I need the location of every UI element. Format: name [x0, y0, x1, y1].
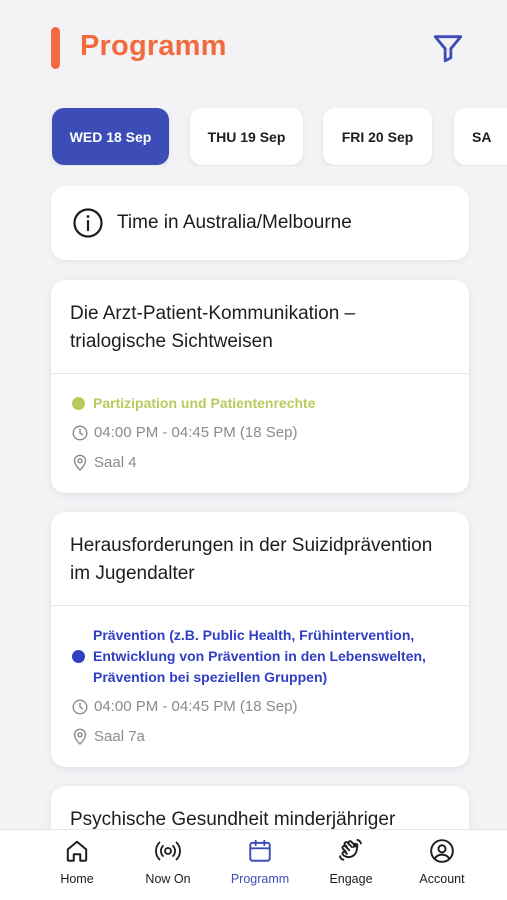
- nav-account[interactable]: Account: [397, 836, 487, 896]
- nav-now-on[interactable]: Now On: [123, 836, 213, 896]
- topic-dot: [72, 397, 85, 410]
- calendar-icon: [249, 839, 271, 862]
- topic-label: Prävention (z.B. Public Health, Frühinte…: [93, 627, 426, 685]
- session-title: Psychische Gesundheit minderjähriger: [70, 809, 396, 830]
- clock-icon: [72, 424, 88, 441]
- session-time-text: 04:00 PM - 04:45 PM (18 Sep): [94, 698, 298, 715]
- session-room-text: Saal 7a: [94, 728, 145, 745]
- header: Programm: [0, 0, 507, 100]
- card-divider: [51, 373, 469, 374]
- session-time: 04:00 PM - 04:45 PM (18 Sep): [72, 698, 297, 715]
- title-accent-bar: [51, 27, 60, 69]
- nav-programm[interactable]: Programm: [215, 836, 305, 896]
- topic-label: Partizipation und Patientenrechte: [93, 395, 316, 411]
- session-time: 04:00 PM - 04:45 PM (18 Sep): [72, 424, 297, 441]
- session-card[interactable]: Herausforderungen in der Suizidpräventio…: [51, 512, 469, 767]
- nav-programm-label: Programm: [230, 872, 290, 886]
- broadcast-icon: [155, 841, 181, 861]
- timezone-card: Time in Australia/Melbourne: [51, 186, 469, 260]
- card-divider: [51, 605, 469, 606]
- filter-icon: [433, 35, 463, 63]
- location-pin-icon: [73, 728, 87, 745]
- filter-button[interactable]: [430, 30, 466, 66]
- page-title: Programm: [80, 30, 227, 62]
- account-icon: [430, 839, 454, 863]
- home-icon: [66, 840, 88, 862]
- date-tab-sat[interactable]: SA: [454, 108, 507, 165]
- topic-dot: [72, 650, 85, 663]
- session-room-text: Saal 4: [94, 454, 137, 471]
- info-icon: [73, 208, 103, 238]
- location-pin-icon: [73, 454, 87, 471]
- session-room: Saal 4: [72, 454, 137, 471]
- nav-home[interactable]: Home: [32, 836, 122, 896]
- waving-hand-icon: [338, 838, 362, 861]
- nav-engage[interactable]: Engage: [306, 836, 396, 896]
- nav-engage-label: Engage: [329, 872, 373, 886]
- clock-icon: [72, 698, 88, 715]
- session-room: Saal 7a: [72, 728, 145, 745]
- nav-home-label: Home: [60, 872, 94, 886]
- bottom-nav: Home Now On Programm Engage Account: [0, 829, 507, 900]
- date-tabs: WED 18 Sep THU 19 Sep FRI 20 Sep SA: [0, 108, 507, 166]
- session-topic: Partizipation und Patientenrechte: [72, 393, 451, 414]
- session-topic: Prävention (z.B. Public Health, Frühinte…: [72, 625, 451, 688]
- date-tab-thu[interactable]: THU 19 Sep: [190, 108, 303, 165]
- session-title: Herausforderungen in der Suizidpräventio…: [70, 535, 433, 584]
- nav-now-on-label: Now On: [145, 872, 191, 886]
- date-tab-wed[interactable]: WED 18 Sep: [52, 108, 169, 165]
- date-tab-fri[interactable]: FRI 20 Sep: [323, 108, 432, 165]
- session-time-text: 04:00 PM - 04:45 PM (18 Sep): [94, 424, 298, 441]
- nav-account-label: Account: [419, 872, 465, 886]
- session-card[interactable]: Die Arzt-Patient-Kommunikation – trialog…: [51, 280, 469, 493]
- timezone-text: Time in Australia/Melbourne: [117, 212, 352, 233]
- session-title: Die Arzt-Patient-Kommunikation – trialog…: [70, 303, 356, 352]
